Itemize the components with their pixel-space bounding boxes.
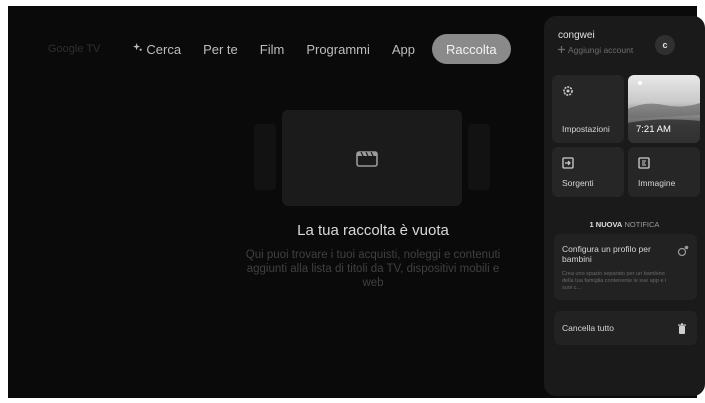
tab-programmi-label: Programmi (306, 41, 370, 57)
notification-text: Crea uno spazio separato per un bambino … (562, 271, 667, 291)
tab-film[interactable]: Film (249, 34, 296, 64)
sources-tile[interactable]: Sorgenti (552, 147, 624, 197)
avatar[interactable]: c (655, 35, 675, 55)
sparkle-icon (133, 43, 143, 55)
image-tile[interactable]: Immagine (628, 147, 700, 197)
notifications-count: 1 NUOVA (589, 220, 623, 229)
tab-cerca-label: Cerca (146, 41, 182, 57)
kids-profile-icon (677, 244, 689, 257)
placeholder-card (282, 110, 462, 206)
ghost-card-right (468, 124, 490, 190)
tab-cerca[interactable]: Cerca (122, 34, 192, 64)
settings-tile[interactable]: Impostazioni (552, 75, 624, 143)
plus-icon (558, 45, 565, 55)
tab-raccolta[interactable]: Raccolta (432, 34, 511, 64)
ghost-card-left (254, 124, 276, 190)
tab-per-te-label: Per te (203, 41, 238, 57)
add-account-label: Aggiungi account (568, 45, 634, 55)
image-label: Immagine (638, 178, 676, 188)
notifications-word: NOTIFICA (624, 220, 660, 229)
empty-description: Qui puoi trovare i tuoi acquisti, nolegg… (245, 249, 501, 289)
tab-app[interactable]: App (381, 34, 426, 64)
tab-film-label: Film (259, 41, 285, 57)
clear-all-button[interactable]: Cancella tutto (554, 311, 697, 345)
top-nav: Google TV Cerca Per te Film Programmi Ap… (48, 34, 511, 64)
input-source-icon (562, 157, 574, 169)
quick-settings-panel: congwei Aggiungi account c Impostazioni … (544, 16, 705, 396)
notification-title: Configura un profilo per bambini (562, 244, 651, 264)
empty-library-illustration (254, 110, 490, 206)
google-tv-logo: Google TV (48, 43, 101, 55)
tab-raccolta-label: Raccolta (446, 41, 497, 57)
empty-title: La tua raccolta è vuota (297, 222, 449, 239)
clapperboard-icon (354, 146, 380, 170)
picture-mode-icon (638, 157, 650, 169)
clock-time: 7:21 AM (636, 124, 671, 135)
clear-all-label: Cancella tutto (562, 323, 614, 333)
notification-card[interactable]: Configura un profilo per bambini Crea un… (554, 234, 697, 300)
trash-icon (677, 322, 687, 334)
gear-icon (562, 85, 574, 97)
ambient-photo-tile[interactable]: 7:21 AM (628, 75, 700, 143)
sources-label: Sorgenti (562, 178, 594, 188)
notifications-header: 1 NUOVA NOTIFICA (544, 220, 705, 229)
tab-per-te[interactable]: Per te (192, 34, 249, 64)
tab-app-label: App (391, 41, 416, 57)
settings-label: Impostazioni (562, 124, 610, 134)
tab-programmi[interactable]: Programmi (295, 34, 381, 64)
